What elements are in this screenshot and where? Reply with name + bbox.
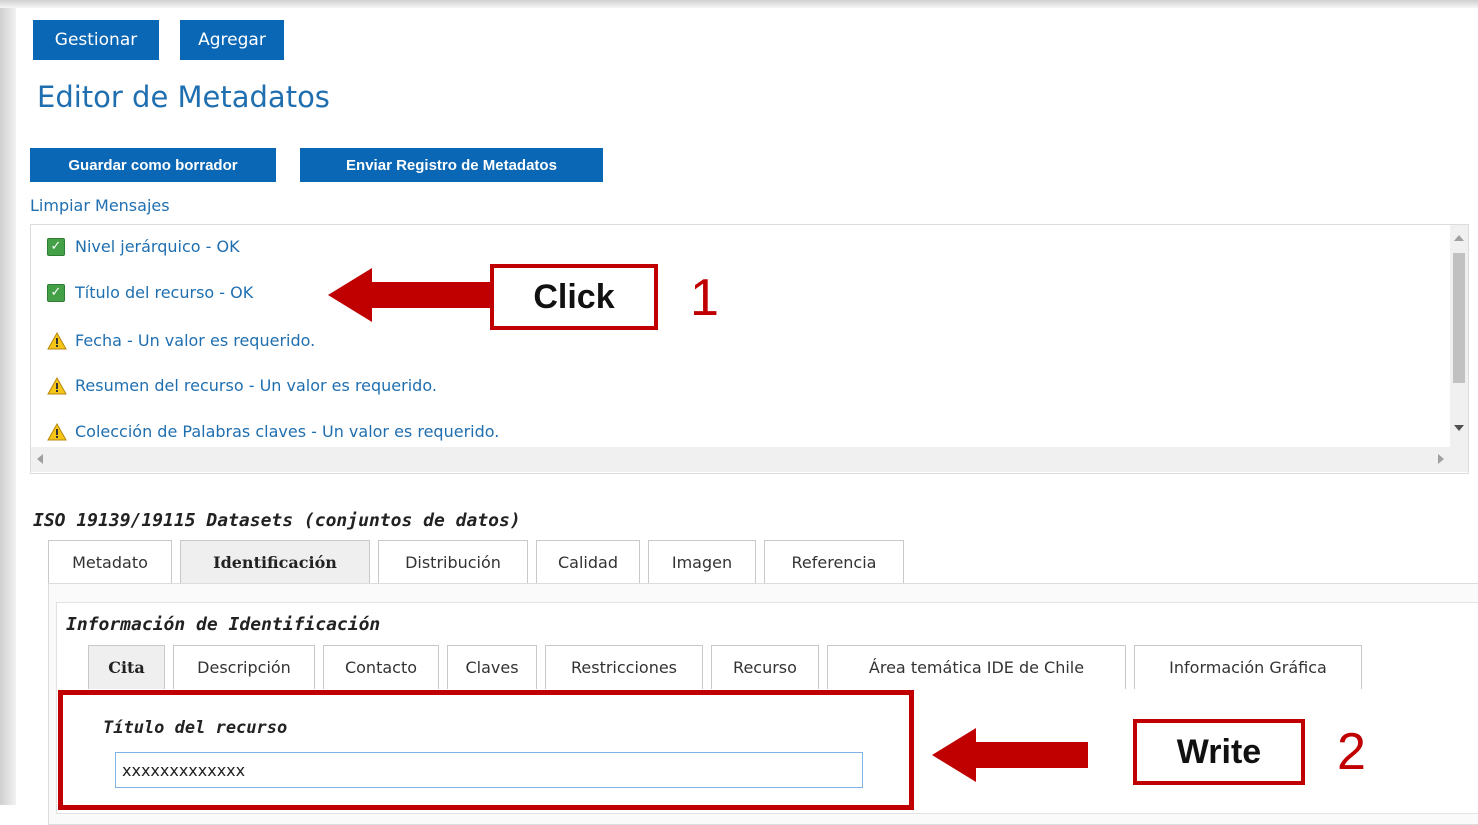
message-text: Título del recurso - OK <box>75 283 254 302</box>
clear-messages-link[interactable]: Limpiar Mensajes <box>30 196 170 215</box>
tab-cita[interactable]: Cita <box>88 645 165 689</box>
tab-claves[interactable]: Claves <box>447 645 537 689</box>
arrow-left-icon <box>932 728 1088 782</box>
save-draft-button[interactable]: Guardar como borrador <box>30 148 276 182</box>
horizontal-scrollbar[interactable] <box>31 447 1468 472</box>
main-tabs: Metadato Identificación Distribución Cal… <box>48 540 912 584</box>
callout-click: Click <box>490 264 658 330</box>
step-number-2: 2 <box>1337 723 1366 781</box>
highlight-box <box>58 690 914 810</box>
window-frame-left <box>0 0 16 805</box>
check-icon: ✓ <box>47 237 65 256</box>
sub-tabs: Cita Descripción Contacto Claves Restric… <box>88 645 1370 689</box>
warning-icon <box>47 331 67 349</box>
scroll-left-icon[interactable] <box>37 454 43 464</box>
callout-write: Write <box>1133 719 1305 785</box>
tab-identificacion[interactable]: Identificación <box>180 540 370 584</box>
window-frame-top <box>0 0 1478 8</box>
message-text: Fecha - Un valor es requerido. <box>75 331 316 350</box>
tab-calidad[interactable]: Calidad <box>536 540 640 584</box>
message-text: Resumen del recurso - Un valor es requer… <box>75 376 437 395</box>
message-item[interactable]: ✓ Nivel jerárquico - OK <box>47 237 240 256</box>
message-item[interactable]: Colección de Palabras claves - Un valor … <box>47 422 499 441</box>
tab-referencia[interactable]: Referencia <box>764 540 904 584</box>
tab-informacion-grafica[interactable]: Información Gráfica <box>1134 645 1362 689</box>
arrow-left-icon <box>328 268 492 322</box>
gestionar-button[interactable]: Gestionar <box>33 20 159 60</box>
tab-metadato[interactable]: Metadato <box>48 540 172 584</box>
tab-recurso[interactable]: Recurso <box>711 645 819 689</box>
scroll-down-icon[interactable] <box>1454 425 1464 431</box>
schema-title: ISO 19139/19115 Datasets (conjuntos de d… <box>33 510 521 531</box>
message-text: Colección de Palabras claves - Un valor … <box>75 422 500 441</box>
message-text: Nivel jerárquico - OK <box>75 237 240 256</box>
warning-icon <box>47 422 67 440</box>
page-title: Editor de Metadatos <box>37 80 330 114</box>
tab-contacto[interactable]: Contacto <box>323 645 439 689</box>
tab-imagen[interactable]: Imagen <box>648 540 756 584</box>
scroll-right-icon[interactable] <box>1438 454 1444 464</box>
tab-restricciones[interactable]: Restricciones <box>545 645 703 689</box>
submit-metadata-button[interactable]: Enviar Registro de Metadatos <box>300 148 603 182</box>
tab-distribucion[interactable]: Distribución <box>378 540 528 584</box>
agregar-button[interactable]: Agregar <box>180 20 284 60</box>
scrollbar-thumb[interactable] <box>1453 253 1465 383</box>
warning-icon <box>47 376 67 394</box>
check-icon: ✓ <box>47 283 65 302</box>
message-item[interactable]: Resumen del recurso - Un valor es requer… <box>47 376 437 395</box>
vertical-scrollbar[interactable] <box>1450 225 1468 447</box>
validation-messages-panel[interactable]: ✓ Nivel jerárquico - OK ✓ Título del rec… <box>30 224 1469 474</box>
scroll-up-icon[interactable] <box>1454 235 1464 241</box>
message-item[interactable]: Fecha - Un valor es requerido. <box>47 331 315 350</box>
message-item-titulo[interactable]: ✓ Título del recurso - OK <box>47 283 253 302</box>
tab-descripcion[interactable]: Descripción <box>173 645 315 689</box>
step-number-1: 1 <box>690 269 719 327</box>
tab-area-tematica[interactable]: Área temática IDE de Chile <box>827 645 1126 689</box>
section-title: Información de Identificación <box>66 614 381 635</box>
